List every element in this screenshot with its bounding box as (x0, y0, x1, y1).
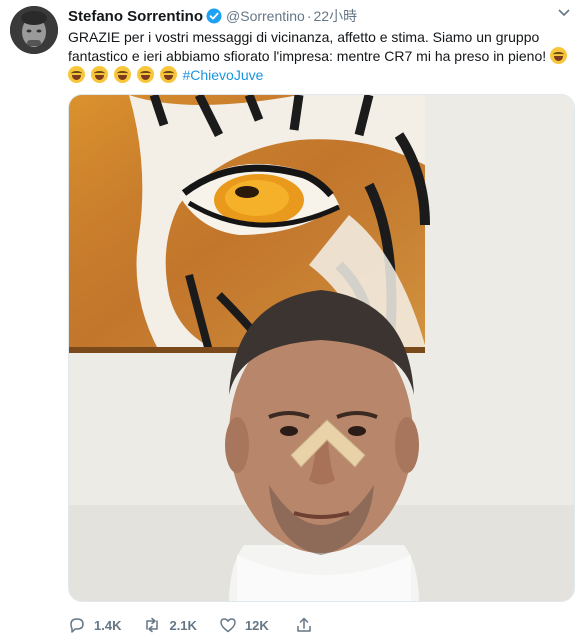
like-count: 12K (244, 617, 269, 633)
tweet-timestamp[interactable]: 22小時 (314, 6, 358, 26)
chevron-down-icon[interactable] (558, 9, 570, 17)
retweet-button[interactable]: 2.1K (143, 616, 197, 634)
person-selfie (225, 290, 419, 601)
reply-button[interactable]: 1.4K (68, 616, 121, 634)
separator-dot: · (306, 8, 312, 24)
author-handle[interactable]: @Sorrentino (226, 8, 305, 24)
tears-of-joy-emoji-icon (550, 47, 568, 64)
like-button[interactable]: 12K (219, 616, 269, 634)
retweet-count: 2.1K (169, 617, 197, 633)
reply-count: 1.4K (94, 617, 122, 633)
retweet-icon (146, 617, 159, 633)
tears-of-joy-emoji-icon (68, 66, 85, 83)
tweet-text-line2: fantastico e ieri abbiamo sfiorato l'imp… (68, 48, 547, 64)
share-icon (297, 617, 311, 632)
share-button[interactable] (295, 616, 321, 634)
tears-of-joy-emoji-icon (90, 66, 108, 83)
tweet-text: GRAZIE per i vostri messaggi di vicinanz… (68, 28, 574, 85)
tears-of-joy-emoji-icon (113, 66, 131, 83)
tweet-photo[interactable] (68, 94, 575, 602)
tears-of-joy-emoji-icon (136, 66, 154, 83)
heart-icon (220, 618, 236, 633)
author-name[interactable]: Stefano Sorrentino (68, 8, 203, 25)
tweet-actions: 1.4K 2.1K 12K (68, 614, 343, 636)
tweet: Stefano Sorrentino @Sorrentino · 22小時 GR… (0, 0, 584, 641)
hashtag-link[interactable]: #ChievoJuve (182, 67, 263, 83)
verified-badge-icon (206, 8, 222, 24)
tweet-header: Stefano Sorrentino @Sorrentino · 22小時 (68, 6, 357, 26)
avatar[interactable] (10, 6, 58, 54)
tweet-text-line1: GRAZIE per i vostri messaggi di vicinanz… (68, 29, 540, 45)
tears-of-joy-emoji-icon (159, 66, 177, 83)
reply-icon (70, 618, 84, 633)
